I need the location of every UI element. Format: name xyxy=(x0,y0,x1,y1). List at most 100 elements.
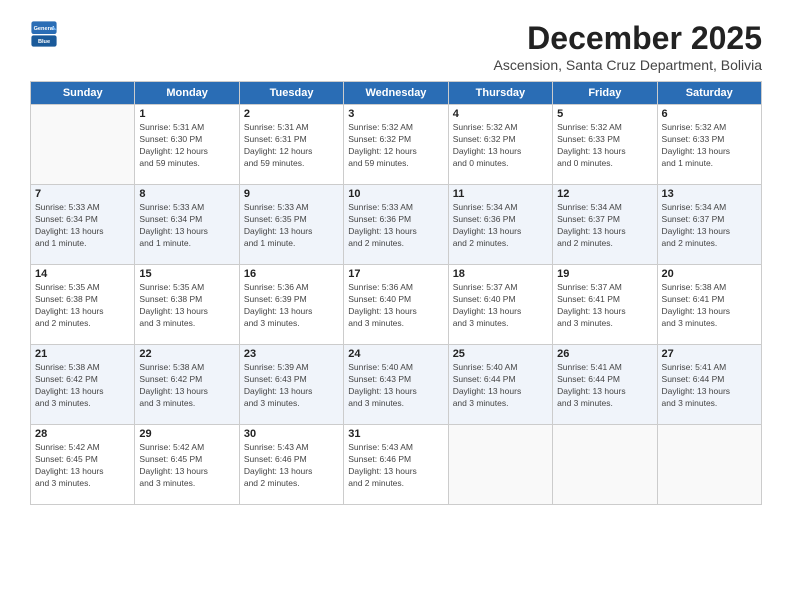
title-area: December 2025 Ascension, Santa Cruz Depa… xyxy=(494,20,762,73)
day-number: 18 xyxy=(453,268,548,280)
calendar-cell xyxy=(448,425,552,505)
subtitle: Ascension, Santa Cruz Department, Bolivi… xyxy=(494,57,762,73)
day-number: 31 xyxy=(348,428,443,440)
day-info: Sunrise: 5:42 AM Sunset: 6:45 PM Dayligh… xyxy=(139,442,234,490)
day-number: 1 xyxy=(139,108,234,120)
day-info: Sunrise: 5:32 AM Sunset: 6:33 PM Dayligh… xyxy=(557,122,652,170)
calendar-cell: 22Sunrise: 5:38 AM Sunset: 6:42 PM Dayli… xyxy=(135,345,239,425)
logo-icon: General Blue xyxy=(30,20,58,48)
calendar-cell: 1 Sunrise: 5:31 AM Sunset: 6:30 PM Daylig… xyxy=(135,105,239,185)
calendar-week-row: 14 Sunrise: 5:35 AM Sunset: 6:38 PM Dayli… xyxy=(31,265,762,345)
calendar-cell: 12 Sunrise: 5:34 AM Sunset: 6:37 PM Dayli… xyxy=(553,185,657,265)
day-info: Sunrise: 5:33 AM Sunset: 6:36 PM Dayligh… xyxy=(348,202,443,250)
day-info: Sunrise: 5:38 AM Sunset: 6:41 PM Dayligh… xyxy=(662,282,757,330)
day-info: Sunrise: 5:33 AM Sunset: 6:34 PM Dayligh… xyxy=(35,202,130,250)
day-info: Sunrise: 5:32 AM Sunset: 6:33 PM Dayligh… xyxy=(662,122,757,170)
calendar-cell xyxy=(657,425,761,505)
day-number: 8 xyxy=(139,188,234,200)
calendar-cell: 19 Sunrise: 5:37 AM Sunset: 6:41 PM Dayli… xyxy=(553,265,657,345)
day-number: 17 xyxy=(348,268,443,280)
header: General Blue December 2025 Ascension, Sa… xyxy=(30,20,762,73)
day-info: Sunrise: 5:38 AM Sunset: 6:42 PM Dayligh… xyxy=(35,362,130,410)
calendar-header-row: SundayMondayTuesdayWednesdayThursdayFrid… xyxy=(31,82,762,105)
calendar-cell: 27Sunrise: 5:41 AM Sunset: 6:44 PM Dayli… xyxy=(657,345,761,425)
month-title: December 2025 xyxy=(494,20,762,57)
day-number: 6 xyxy=(662,108,757,120)
calendar-cell xyxy=(31,105,135,185)
day-info: Sunrise: 5:35 AM Sunset: 6:38 PM Dayligh… xyxy=(35,282,130,330)
day-number: 12 xyxy=(557,188,652,200)
day-info: Sunrise: 5:36 AM Sunset: 6:39 PM Dayligh… xyxy=(244,282,339,330)
day-info: Sunrise: 5:33 AM Sunset: 6:35 PM Dayligh… xyxy=(244,202,339,250)
svg-text:Blue: Blue xyxy=(38,39,50,45)
day-info: Sunrise: 5:38 AM Sunset: 6:42 PM Dayligh… xyxy=(139,362,234,410)
day-number: 21 xyxy=(35,348,130,360)
calendar-cell: 23 Sunrise: 5:39 AM Sunset: 6:43 PM Dayli… xyxy=(239,345,343,425)
day-number: 30 xyxy=(244,428,339,440)
day-info: Sunrise: 5:33 AM Sunset: 6:34 PM Dayligh… xyxy=(139,202,234,250)
calendar-cell: 7 Sunrise: 5:33 AM Sunset: 6:34 PM Daylig… xyxy=(31,185,135,265)
day-info: Sunrise: 5:39 AM Sunset: 6:43 PM Dayligh… xyxy=(244,362,339,410)
calendar-cell: 29 Sunrise: 5:42 AM Sunset: 6:45 PM Dayli… xyxy=(135,425,239,505)
day-number: 14 xyxy=(35,268,130,280)
day-number: 5 xyxy=(557,108,652,120)
calendar-table: SundayMondayTuesdayWednesdayThursdayFrid… xyxy=(30,81,762,505)
calendar-header-saturday: Saturday xyxy=(657,82,761,105)
logo: General Blue xyxy=(30,20,58,48)
svg-text:General: General xyxy=(34,26,55,32)
calendar-cell: 14 Sunrise: 5:35 AM Sunset: 6:38 PM Dayli… xyxy=(31,265,135,345)
day-number: 29 xyxy=(139,428,234,440)
day-number: 4 xyxy=(453,108,548,120)
calendar-cell: 2 Sunrise: 5:31 AM Sunset: 6:31 PM Daylig… xyxy=(239,105,343,185)
day-number: 9 xyxy=(244,188,339,200)
day-info: Sunrise: 5:41 AM Sunset: 6:44 PM Dayligh… xyxy=(557,362,652,410)
calendar-cell: 21 Sunrise: 5:38 AM Sunset: 6:42 PM Dayli… xyxy=(31,345,135,425)
day-number: 20 xyxy=(662,268,757,280)
calendar-cell: 11Sunrise: 5:34 AM Sunset: 6:36 PM Dayli… xyxy=(448,185,552,265)
day-number: 23 xyxy=(244,348,339,360)
day-info: Sunrise: 5:37 AM Sunset: 6:41 PM Dayligh… xyxy=(557,282,652,330)
day-number: 27 xyxy=(662,348,757,360)
day-info: Sunrise: 5:37 AM Sunset: 6:40 PM Dayligh… xyxy=(453,282,548,330)
calendar-cell xyxy=(553,425,657,505)
calendar-cell: 24 Sunrise: 5:40 AM Sunset: 6:43 PM Dayli… xyxy=(344,345,448,425)
day-number: 19 xyxy=(557,268,652,280)
day-info: Sunrise: 5:40 AM Sunset: 6:43 PM Dayligh… xyxy=(348,362,443,410)
calendar-cell: 20 Sunrise: 5:38 AM Sunset: 6:41 PM Dayli… xyxy=(657,265,761,345)
day-info: Sunrise: 5:32 AM Sunset: 6:32 PM Dayligh… xyxy=(348,122,443,170)
day-number: 3 xyxy=(348,108,443,120)
calendar-cell: 30Sunrise: 5:43 AM Sunset: 6:46 PM Dayli… xyxy=(239,425,343,505)
day-info: Sunrise: 5:40 AM Sunset: 6:44 PM Dayligh… xyxy=(453,362,548,410)
day-number: 13 xyxy=(662,188,757,200)
calendar-week-row: 28 Sunrise: 5:42 AM Sunset: 6:45 PM Dayli… xyxy=(31,425,762,505)
day-info: Sunrise: 5:31 AM Sunset: 6:31 PM Dayligh… xyxy=(244,122,339,170)
day-info: Sunrise: 5:34 AM Sunset: 6:37 PM Dayligh… xyxy=(557,202,652,250)
calendar-cell: 8 Sunrise: 5:33 AM Sunset: 6:34 PM Daylig… xyxy=(135,185,239,265)
calendar-cell: 31 Sunrise: 5:43 AM Sunset: 6:46 PM Dayli… xyxy=(344,425,448,505)
calendar-cell: 26 Sunrise: 5:41 AM Sunset: 6:44 PM Dayli… xyxy=(553,345,657,425)
calendar-cell: 28Sunrise: 5:42 AM Sunset: 6:45 PM Dayli… xyxy=(31,425,135,505)
day-info: Sunrise: 5:35 AM Sunset: 6:38 PM Dayligh… xyxy=(139,282,234,330)
day-info: Sunrise: 5:32 AM Sunset: 6:32 PM Dayligh… xyxy=(453,122,548,170)
day-number: 26 xyxy=(557,348,652,360)
calendar-cell: 18 Sunrise: 5:37 AM Sunset: 6:40 PM Dayli… xyxy=(448,265,552,345)
calendar-cell: 15Sunrise: 5:35 AM Sunset: 6:38 PM Dayli… xyxy=(135,265,239,345)
day-number: 7 xyxy=(35,188,130,200)
day-info: Sunrise: 5:43 AM Sunset: 6:46 PM Dayligh… xyxy=(348,442,443,490)
day-number: 16 xyxy=(244,268,339,280)
day-info: Sunrise: 5:34 AM Sunset: 6:36 PM Dayligh… xyxy=(453,202,548,250)
day-info: Sunrise: 5:31 AM Sunset: 6:30 PM Dayligh… xyxy=(139,122,234,170)
day-number: 24 xyxy=(348,348,443,360)
calendar-header-sunday: Sunday xyxy=(31,82,135,105)
calendar-week-row: 1 Sunrise: 5:31 AM Sunset: 6:30 PM Daylig… xyxy=(31,105,762,185)
calendar-cell: 4 Sunrise: 5:32 AM Sunset: 6:32 PM Daylig… xyxy=(448,105,552,185)
day-info: Sunrise: 5:36 AM Sunset: 6:40 PM Dayligh… xyxy=(348,282,443,330)
day-number: 28 xyxy=(35,428,130,440)
calendar-cell: 9 Sunrise: 5:33 AM Sunset: 6:35 PM Daylig… xyxy=(239,185,343,265)
calendar-cell: 6 Sunrise: 5:32 AM Sunset: 6:33 PM Daylig… xyxy=(657,105,761,185)
calendar-week-row: 7 Sunrise: 5:33 AM Sunset: 6:34 PM Daylig… xyxy=(31,185,762,265)
day-number: 2 xyxy=(244,108,339,120)
calendar-cell: 13Sunrise: 5:34 AM Sunset: 6:37 PM Dayli… xyxy=(657,185,761,265)
day-number: 10 xyxy=(348,188,443,200)
calendar-cell: 10 Sunrise: 5:33 AM Sunset: 6:36 PM Dayli… xyxy=(344,185,448,265)
